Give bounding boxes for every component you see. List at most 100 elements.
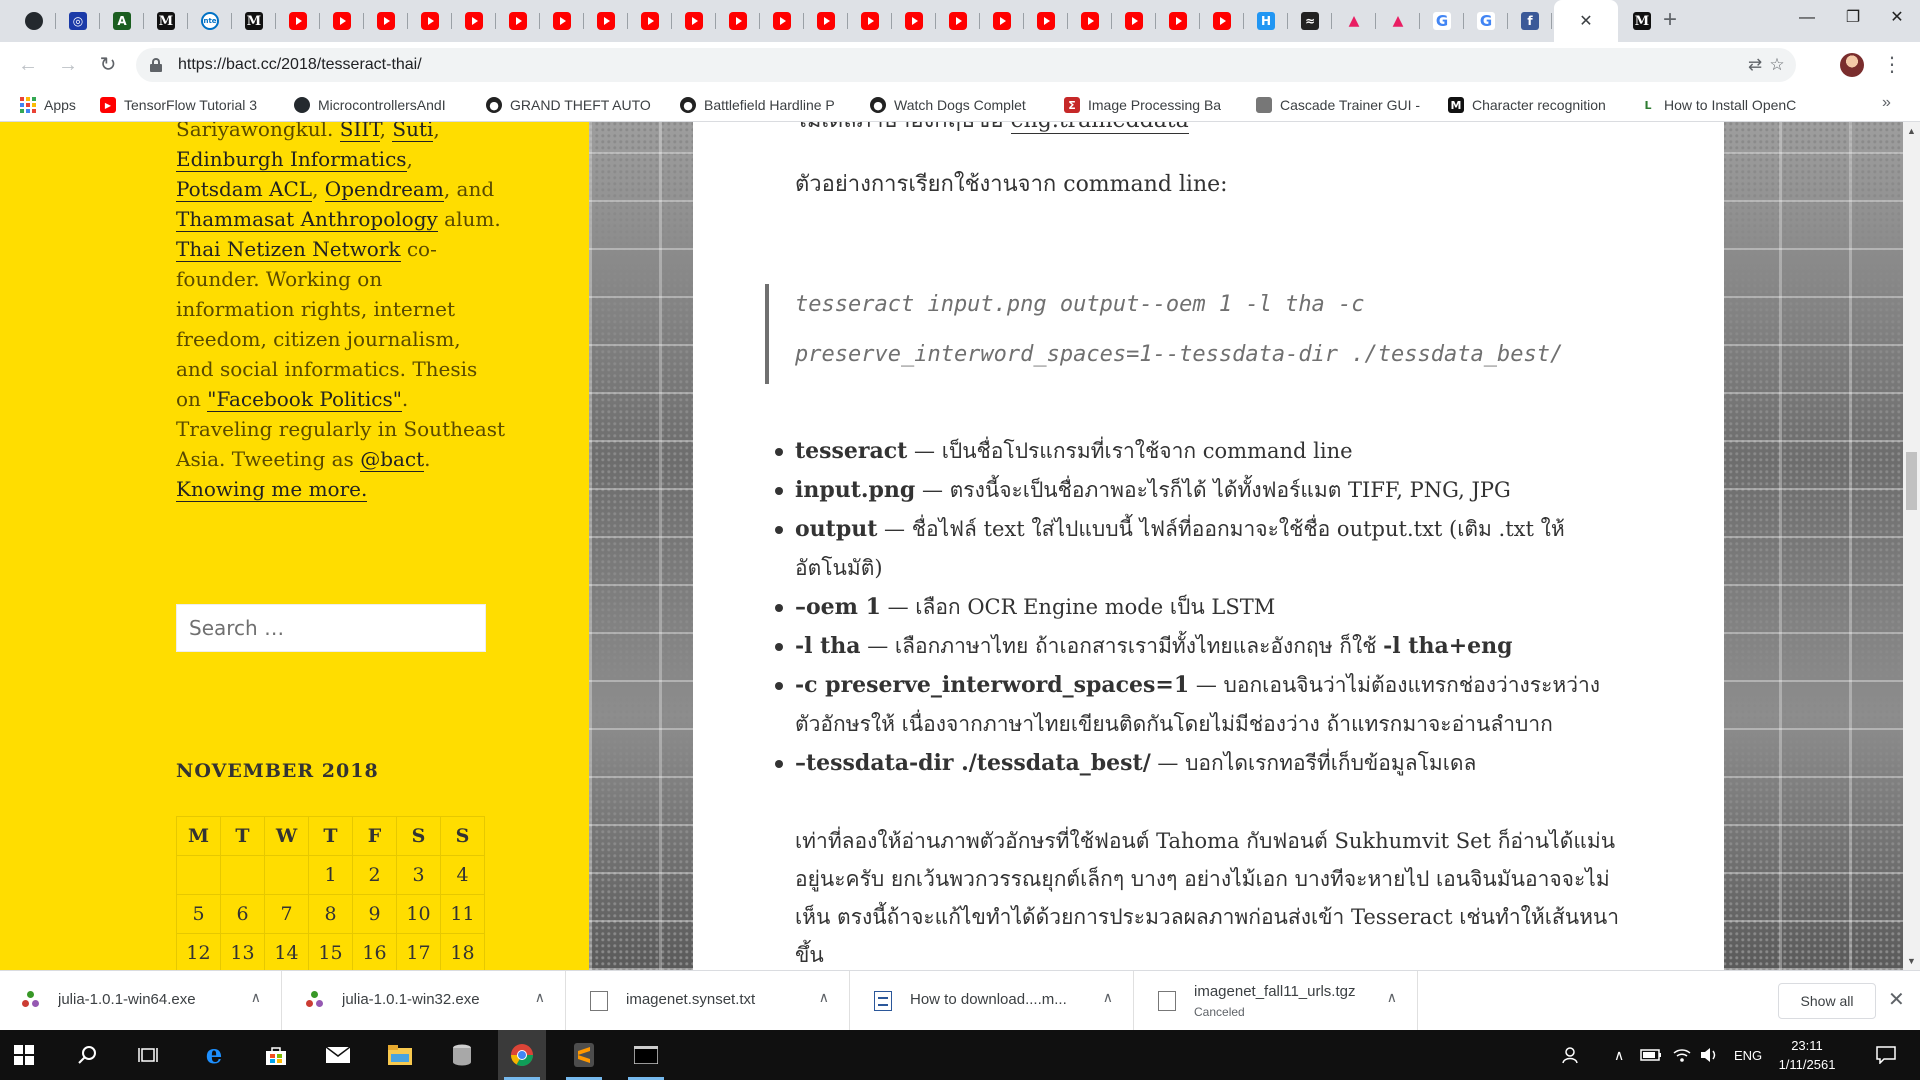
bio-link[interactable]: SIIT [339, 122, 380, 142]
browser-tab[interactable] [276, 0, 320, 42]
download-item[interactable]: imagenet.synset.txt ∧ [568, 971, 850, 1031]
bookmark-item[interactable]: ● Battlefield Hardline P [680, 95, 850, 115]
search-input[interactable]: Search … [176, 604, 486, 652]
browser-tab[interactable] [848, 0, 892, 42]
scroll-down-arrow-icon[interactable]: ▼ [1907, 956, 1916, 966]
chevron-up-icon[interactable]: ∧ [1387, 989, 1397, 1006]
browser-tab[interactable] [980, 0, 1024, 42]
bio-link[interactable]: Thai Netizen Network [176, 237, 401, 262]
new-tab-button[interactable]: + [1656, 6, 1684, 34]
windows-start-icon[interactable] [0, 1030, 48, 1080]
chevron-up-icon[interactable]: ∧ [535, 989, 545, 1006]
search-icon[interactable] [64, 1030, 112, 1080]
volume-icon[interactable] [1700, 1030, 1720, 1080]
bio-link[interactable]: Edinburgh Informatics [176, 147, 407, 172]
database-icon[interactable] [438, 1030, 486, 1080]
bio-link[interactable]: Knowing me more. [176, 477, 368, 502]
show-all-button[interactable]: Show all [1778, 983, 1876, 1019]
maximize-icon[interactable]: ❐ [1830, 0, 1876, 36]
wifi-icon[interactable] [1672, 1030, 1692, 1080]
browser-tab[interactable] [496, 0, 540, 42]
minimize-icon[interactable]: — [1784, 0, 1830, 36]
scrollbar-thumb[interactable] [1906, 452, 1917, 510]
browser-tab[interactable] [1024, 0, 1068, 42]
browser-tab[interactable] [628, 0, 672, 42]
download-item[interactable]: imagenet_fall11_urls.tgz Canceled ∧ [1136, 971, 1418, 1031]
close-window-icon[interactable]: ✕ [1874, 0, 1920, 36]
translate-icon[interactable]: ⇄ [1744, 54, 1766, 76]
browser-tab[interactable] [12, 0, 56, 42]
sublime-text-icon[interactable] [560, 1030, 608, 1080]
file-explorer-icon[interactable] [376, 1030, 424, 1080]
browser-tab[interactable] [540, 0, 584, 42]
bio-link[interactable]: Thammasat Anthropology [176, 207, 438, 232]
bio-link[interactable]: "Facebook Politics" [207, 387, 402, 412]
bookmark-item[interactable]: Σ Image Processing Ba [1064, 95, 1239, 115]
browser-tab[interactable] [320, 0, 364, 42]
people-icon[interactable] [1562, 1030, 1582, 1080]
browser-tab[interactable] [1068, 0, 1112, 42]
browser-tab[interactable]: G [1464, 0, 1508, 42]
bio-link[interactable]: Suti [392, 122, 434, 142]
url-text[interactable]: https://bact.cc/2018/tesseract-thai/ [178, 56, 422, 74]
mail-icon[interactable] [314, 1030, 362, 1080]
chevron-up-icon[interactable]: ∧ [1614, 1030, 1624, 1080]
browser-tab[interactable]: ◎ [56, 0, 100, 42]
clock[interactable]: 23:11 1/11/2561 [1766, 1036, 1848, 1074]
bookmark-item[interactable]: Apps [20, 95, 90, 115]
edge-icon[interactable]: e [190, 1030, 238, 1080]
browser-tab[interactable]: ▲ [1376, 0, 1420, 42]
notifications-icon[interactable] [1876, 1030, 1896, 1080]
chevron-up-icon[interactable]: ∧ [1103, 989, 1113, 1006]
browser-tab[interactable] [1156, 0, 1200, 42]
terminal-icon[interactable] [622, 1030, 670, 1080]
download-item[interactable]: julia-1.0.1-win32.exe ∧ [284, 971, 566, 1031]
browser-tab[interactable] [452, 0, 496, 42]
back-arrow-icon[interactable]: ← [14, 51, 42, 79]
browser-tab[interactable] [804, 0, 848, 42]
battery-icon[interactable] [1640, 1030, 1662, 1080]
lock-icon[interactable] [150, 58, 162, 72]
browser-tab[interactable]: M [232, 0, 276, 42]
browser-tab[interactable]: ▲ [1332, 0, 1376, 42]
page-scrollbar[interactable]: ▲ ▼ [1903, 122, 1920, 970]
browser-tab[interactable] [760, 0, 804, 42]
bookmarks-overflow-icon[interactable]: » [1882, 94, 1891, 112]
eng-traineddata-link[interactable]: eng.traineddata [1010, 122, 1189, 134]
browser-tab[interactable]: ≈ [1288, 0, 1332, 42]
browser-tab[interactable] [716, 0, 760, 42]
browser-tab[interactable] [936, 0, 980, 42]
browser-tab[interactable]: G [1420, 0, 1464, 42]
forward-arrow-icon[interactable]: → [54, 51, 82, 79]
browser-tab[interactable] [1112, 0, 1156, 42]
language-indicator[interactable]: ENG [1734, 1030, 1762, 1080]
scroll-up-arrow-icon[interactable]: ▲ [1907, 126, 1916, 136]
address-bar[interactable]: https://bact.cc/2018/tesseract-thai/ ⇄ ☆ [136, 48, 1796, 82]
bookmark-star-icon[interactable]: ☆ [1766, 54, 1788, 76]
bookmark-item[interactable]: ● GRAND THEFT AUTO [486, 95, 656, 115]
bio-link[interactable]: @bact [360, 447, 425, 472]
chrome-icon[interactable] [498, 1030, 546, 1080]
bookmark-item[interactable]: MicrocontrollersAndI [294, 95, 469, 115]
bookmark-item[interactable]: Cascade Trainer GUI - [1256, 95, 1426, 115]
browser-tab[interactable]: intel [188, 0, 232, 42]
reload-icon[interactable]: ↻ [94, 51, 122, 79]
active-tab[interactable]: ✕ [1554, 0, 1618, 42]
close-icon[interactable]: ✕ [1888, 987, 1905, 1012]
browser-tab[interactable] [1200, 0, 1244, 42]
download-item[interactable]: How to download....m... ∧ [852, 971, 1134, 1031]
close-icon[interactable]: ✕ [1579, 11, 1592, 31]
bookmark-item[interactable]: L How to Install OpenC [1640, 95, 1808, 115]
browser-tab[interactable] [584, 0, 628, 42]
download-item[interactable]: julia-1.0.1-win64.exe ∧ [0, 971, 282, 1031]
task-view-icon[interactable] [124, 1030, 172, 1080]
kebab-menu-icon[interactable]: ⋮ [1882, 51, 1902, 79]
store-icon[interactable] [252, 1030, 300, 1080]
browser-tab[interactable]: H [1244, 0, 1288, 42]
chevron-up-icon[interactable]: ∧ [819, 989, 829, 1006]
profile-avatar[interactable] [1840, 53, 1864, 77]
browser-tab[interactable]: M [144, 0, 188, 42]
browser-tab[interactable]: f [1508, 0, 1552, 42]
browser-tab[interactable] [892, 0, 936, 42]
bio-link[interactable]: Potsdam ACL [176, 177, 313, 202]
